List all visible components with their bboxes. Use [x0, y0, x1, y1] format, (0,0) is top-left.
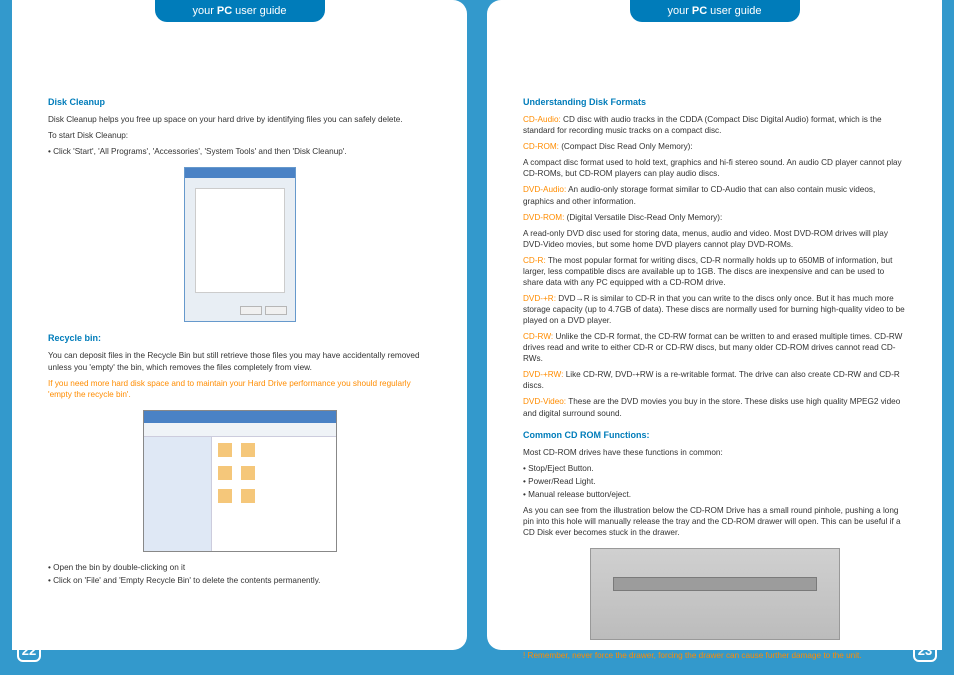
recycle-bin-tip: If you need more hard disk space and to …: [48, 378, 431, 400]
page-right: your PC user guide Understanding Disk Fo…: [487, 0, 942, 650]
header-prefix-r: your: [667, 4, 688, 19]
page-number-right: 23: [913, 638, 937, 662]
fmt-dvdprw: DVD-+RW: Like CD-RW, DVD-+RW is a re-wri…: [523, 369, 906, 391]
fmt-dvdrom: A read-only DVD disc used for storing da…: [523, 228, 906, 250]
cdrom-drive-photo: [590, 548, 840, 640]
disk-cleanup-start: To start Disk Cleanup:: [48, 130, 431, 141]
fmt-cdr: CD-R: The most popular format for writin…: [523, 255, 906, 288]
disk-cleanup-screenshot: [184, 167, 296, 322]
header-bold: PC: [217, 4, 232, 19]
disk-cleanup-desc: Disk Cleanup helps you free up space on …: [48, 114, 431, 125]
disk-cleanup-title: Disk Cleanup: [48, 96, 431, 108]
header-suffix-r: user guide: [710, 4, 761, 19]
header-prefix: your: [192, 4, 213, 19]
cdrom-functions-title: Common CD ROM Functions:: [523, 429, 906, 441]
header-bold-r: PC: [692, 4, 707, 19]
fmt-cdrom: A compact disc format used to hold text,…: [523, 157, 906, 179]
recycle-step-2: • Click on 'File' and 'Empty Recycle Bin…: [48, 575, 431, 586]
cdrom-pinhole-desc: As you can see from the illustration bel…: [523, 505, 906, 538]
recycle-bin-screenshot: [143, 410, 337, 552]
fmt-dvdpr: DVD-+R: DVD→R is similar to CD-R in that…: [523, 293, 906, 326]
fmt-cdaudio: CD-Audio: CD disc with audio tracks in t…: [523, 114, 906, 136]
fmt-dvdaudio: DVD-Audio: An audio-only storage format …: [523, 184, 906, 206]
cdrom-fn-2: • Power/Read Light.: [523, 476, 906, 487]
disk-cleanup-step: • Click 'Start', 'All Programs', 'Access…: [48, 146, 431, 157]
recycle-bin-title: Recycle bin:: [48, 332, 431, 344]
recycle-step-1: • Open the bin by double-clicking on it: [48, 562, 431, 573]
page-left: your PC user guide Disk Cleanup Disk Cle…: [12, 0, 467, 650]
page-spread: your PC user guide Disk Cleanup Disk Cle…: [0, 0, 954, 675]
fmt-dvdvideo: DVD-Video: These are the DVD movies you …: [523, 396, 906, 418]
cdrom-functions-intro: Most CD-ROM drives have these functions …: [523, 447, 906, 458]
fmt-dvdrom-label: DVD-ROM: (Digital Versatile Disc-Read On…: [523, 212, 906, 223]
fmt-cdrom-label: CD-ROM: (Compact Disc Read Only Memory):: [523, 141, 906, 152]
header-suffix: user guide: [235, 4, 286, 19]
cdrom-fn-3: • Manual release button/eject.: [523, 489, 906, 500]
fmt-cdrw: CD-RW: Unlike the CD-R format, the CD-RW…: [523, 331, 906, 364]
cdrom-fn-1: • Stop/Eject Button.: [523, 463, 906, 474]
disk-formats-title: Understanding Disk Formats: [523, 96, 906, 108]
header-tab-right: your PC user guide: [630, 0, 800, 22]
cdrom-warning: ! Remember, never force the drawer, forc…: [523, 650, 906, 661]
header-tab-left: your PC user guide: [155, 0, 325, 22]
page-number-left-badge: 22: [17, 638, 41, 662]
recycle-bin-desc: You can deposit files in the Recycle Bin…: [48, 350, 431, 372]
page-number-right-badge: 23: [913, 638, 937, 662]
page-number-left: 22: [17, 638, 41, 662]
